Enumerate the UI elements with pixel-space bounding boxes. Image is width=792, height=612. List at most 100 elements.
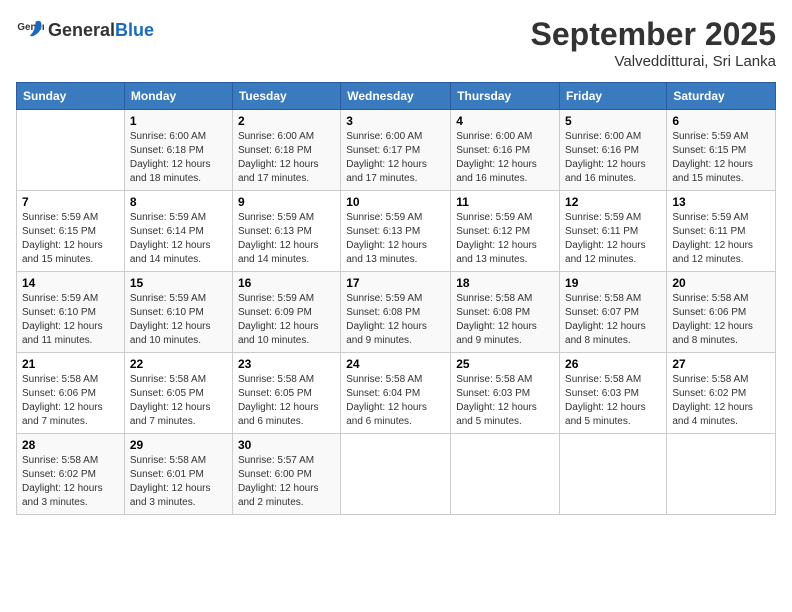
calendar-cell: 20 Sunrise: 5:58 AM Sunset: 6:06 PM Dayli… xyxy=(667,272,776,353)
calendar-cell: 25 Sunrise: 5:58 AM Sunset: 6:03 PM Dayli… xyxy=(451,353,560,434)
calendar-cell: 16 Sunrise: 5:59 AM Sunset: 6:09 PM Dayli… xyxy=(232,272,340,353)
day-number: 11 xyxy=(456,195,554,209)
day-header-wednesday: Wednesday xyxy=(341,83,451,110)
day-number: 2 xyxy=(238,114,335,128)
day-info: Sunrise: 6:00 AM Sunset: 6:17 PM Dayligh… xyxy=(346,130,445,186)
location-subtitle: Valvedditturai, Sri Lanka xyxy=(531,53,776,70)
calendar-week-row: 1 Sunrise: 6:00 AM Sunset: 6:18 PM Daylig… xyxy=(17,110,776,191)
day-header-thursday: Thursday xyxy=(451,83,560,110)
calendar-cell: 30 Sunrise: 5:57 AM Sunset: 6:00 PM Dayli… xyxy=(232,434,340,515)
day-number: 23 xyxy=(238,357,335,371)
calendar-cell: 28 Sunrise: 5:58 AM Sunset: 6:02 PM Dayli… xyxy=(17,434,125,515)
calendar-cell: 6Sunrise: 5:59 AM Sunset: 6:15 PM Daylig… xyxy=(667,110,776,191)
title-block: September 2025 Valvedditturai, Sri Lanka xyxy=(531,16,776,70)
day-info: Sunrise: 5:59 AM Sunset: 6:14 PM Dayligh… xyxy=(130,211,227,267)
calendar-cell: 8 Sunrise: 5:59 AM Sunset: 6:14 PM Daylig… xyxy=(124,191,232,272)
day-header-tuesday: Tuesday xyxy=(232,83,340,110)
day-number: 14 xyxy=(22,276,119,290)
day-info: Sunrise: 5:58 AM Sunset: 6:05 PM Dayligh… xyxy=(238,373,335,429)
day-info: Sunrise: 6:00 AM Sunset: 6:18 PM Dayligh… xyxy=(130,130,227,186)
day-info: Sunrise: 5:58 AM Sunset: 6:06 PM Dayligh… xyxy=(672,292,770,348)
day-info: Sunrise: 6:00 AM Sunset: 6:18 PM Dayligh… xyxy=(238,130,335,186)
day-number: 25 xyxy=(456,357,554,371)
day-info: Sunrise: 5:59 AM Sunset: 6:10 PM Dayligh… xyxy=(130,292,227,348)
day-info: Sunrise: 5:58 AM Sunset: 6:02 PM Dayligh… xyxy=(672,373,770,429)
calendar-cell: 17Sunrise: 5:59 AM Sunset: 6:08 PM Dayli… xyxy=(341,272,451,353)
day-info: Sunrise: 6:00 AM Sunset: 6:16 PM Dayligh… xyxy=(456,130,554,186)
page-header: General GeneralBlue September 2025 Valve… xyxy=(16,16,776,70)
calendar-cell xyxy=(667,434,776,515)
day-info: Sunrise: 5:59 AM Sunset: 6:08 PM Dayligh… xyxy=(346,292,445,348)
day-number: 22 xyxy=(130,357,227,371)
day-info: Sunrise: 5:59 AM Sunset: 6:11 PM Dayligh… xyxy=(672,211,770,267)
calendar-week-row: 28 Sunrise: 5:58 AM Sunset: 6:02 PM Dayli… xyxy=(17,434,776,515)
calendar-week-row: 7Sunrise: 5:59 AM Sunset: 6:15 PM Daylig… xyxy=(17,191,776,272)
calendar-cell: 21 Sunrise: 5:58 AM Sunset: 6:06 PM Dayli… xyxy=(17,353,125,434)
calendar-cell: 22 Sunrise: 5:58 AM Sunset: 6:05 PM Dayli… xyxy=(124,353,232,434)
day-header-sunday: Sunday xyxy=(17,83,125,110)
day-info: Sunrise: 5:58 AM Sunset: 6:05 PM Dayligh… xyxy=(130,373,227,429)
calendar-cell: 12 Sunrise: 5:59 AM Sunset: 6:11 PM Dayli… xyxy=(560,191,667,272)
day-info: Sunrise: 5:59 AM Sunset: 6:10 PM Dayligh… xyxy=(22,292,119,348)
calendar-week-row: 14 Sunrise: 5:59 AM Sunset: 6:10 PM Dayli… xyxy=(17,272,776,353)
logo-general: General xyxy=(48,20,115,40)
day-info: Sunrise: 5:59 AM Sunset: 6:13 PM Dayligh… xyxy=(346,211,445,267)
calendar-cell: 18 Sunrise: 5:58 AM Sunset: 6:08 PM Dayli… xyxy=(451,272,560,353)
day-number: 1 xyxy=(130,114,227,128)
day-number: 9 xyxy=(238,195,335,209)
calendar-cell xyxy=(17,110,125,191)
day-info: Sunrise: 5:59 AM Sunset: 6:09 PM Dayligh… xyxy=(238,292,335,348)
day-info: Sunrise: 5:59 AM Sunset: 6:13 PM Dayligh… xyxy=(238,211,335,267)
calendar-cell: 7Sunrise: 5:59 AM Sunset: 6:15 PM Daylig… xyxy=(17,191,125,272)
day-number: 12 xyxy=(565,195,661,209)
day-number: 21 xyxy=(22,357,119,371)
day-info: Sunrise: 5:59 AM Sunset: 6:12 PM Dayligh… xyxy=(456,211,554,267)
day-info: Sunrise: 5:59 AM Sunset: 6:15 PM Dayligh… xyxy=(22,211,119,267)
day-number: 27 xyxy=(672,357,770,371)
day-number: 30 xyxy=(238,438,335,452)
calendar-cell: 29Sunrise: 5:58 AM Sunset: 6:01 PM Dayli… xyxy=(124,434,232,515)
calendar-cell: 2 Sunrise: 6:00 AM Sunset: 6:18 PM Daylig… xyxy=(232,110,340,191)
calendar-cell xyxy=(560,434,667,515)
day-info: Sunrise: 5:58 AM Sunset: 6:01 PM Dayligh… xyxy=(130,454,227,510)
day-info: Sunrise: 5:59 AM Sunset: 6:15 PM Dayligh… xyxy=(672,130,770,186)
day-info: Sunrise: 5:58 AM Sunset: 6:03 PM Dayligh… xyxy=(456,373,554,429)
calendar-cell xyxy=(451,434,560,515)
day-info: Sunrise: 5:59 AM Sunset: 6:11 PM Dayligh… xyxy=(565,211,661,267)
calendar-header-row: SundayMondayTuesdayWednesdayThursdayFrid… xyxy=(17,83,776,110)
day-info: Sunrise: 5:58 AM Sunset: 6:07 PM Dayligh… xyxy=(565,292,661,348)
calendar-cell: 23 Sunrise: 5:58 AM Sunset: 6:05 PM Dayli… xyxy=(232,353,340,434)
calendar-cell: 3 Sunrise: 6:00 AM Sunset: 6:17 PM Daylig… xyxy=(341,110,451,191)
day-number: 28 xyxy=(22,438,119,452)
day-number: 26 xyxy=(565,357,661,371)
logo-icon: General xyxy=(16,16,44,44)
day-number: 24 xyxy=(346,357,445,371)
logo: General GeneralBlue xyxy=(16,16,154,44)
calendar-cell: 5Sunrise: 6:00 AM Sunset: 6:16 PM Daylig… xyxy=(560,110,667,191)
day-number: 10 xyxy=(346,195,445,209)
day-info: Sunrise: 5:57 AM Sunset: 6:00 PM Dayligh… xyxy=(238,454,335,510)
day-header-monday: Monday xyxy=(124,83,232,110)
day-info: Sunrise: 5:58 AM Sunset: 6:03 PM Dayligh… xyxy=(565,373,661,429)
calendar-table: SundayMondayTuesdayWednesdayThursdayFrid… xyxy=(16,82,776,515)
calendar-cell: 1 Sunrise: 6:00 AM Sunset: 6:18 PM Daylig… xyxy=(124,110,232,191)
day-info: Sunrise: 5:58 AM Sunset: 6:08 PM Dayligh… xyxy=(456,292,554,348)
day-info: Sunrise: 5:58 AM Sunset: 6:04 PM Dayligh… xyxy=(346,373,445,429)
calendar-cell: 11 Sunrise: 5:59 AM Sunset: 6:12 PM Dayli… xyxy=(451,191,560,272)
logo-text: GeneralBlue xyxy=(48,20,154,41)
day-number: 18 xyxy=(456,276,554,290)
calendar-cell: 13 Sunrise: 5:59 AM Sunset: 6:11 PM Dayli… xyxy=(667,191,776,272)
day-header-friday: Friday xyxy=(560,83,667,110)
calendar-cell: 9 Sunrise: 5:59 AM Sunset: 6:13 PM Daylig… xyxy=(232,191,340,272)
calendar-cell: 4 Sunrise: 6:00 AM Sunset: 6:16 PM Daylig… xyxy=(451,110,560,191)
day-info: Sunrise: 5:58 AM Sunset: 6:06 PM Dayligh… xyxy=(22,373,119,429)
day-number: 8 xyxy=(130,195,227,209)
calendar-cell: 19Sunrise: 5:58 AM Sunset: 6:07 PM Dayli… xyxy=(560,272,667,353)
day-number: 13 xyxy=(672,195,770,209)
calendar-cell: 15Sunrise: 5:59 AM Sunset: 6:10 PM Dayli… xyxy=(124,272,232,353)
day-number: 3 xyxy=(346,114,445,128)
day-number: 4 xyxy=(456,114,554,128)
day-info: Sunrise: 5:58 AM Sunset: 6:02 PM Dayligh… xyxy=(22,454,119,510)
day-number: 20 xyxy=(672,276,770,290)
day-number: 16 xyxy=(238,276,335,290)
